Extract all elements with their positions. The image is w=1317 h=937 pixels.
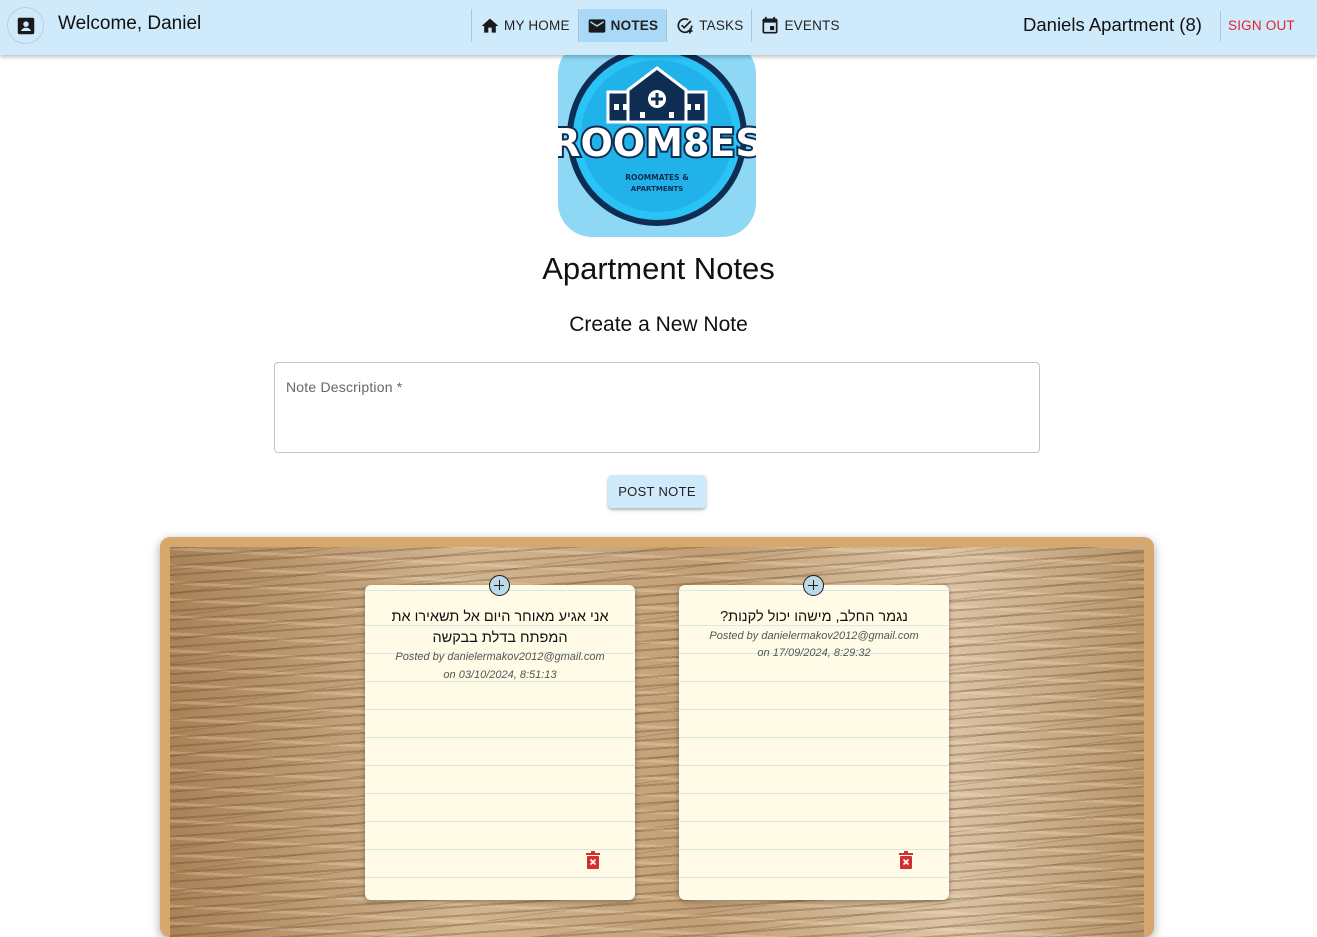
- note-author: Posted by danielermakov2012@gmail.com: [395, 651, 605, 663]
- logo-brand-text: ROOM8ES: [558, 121, 756, 165]
- notes-board: אני אגיע מאוחר היום אל תשאירו את המפתח ב…: [160, 537, 1154, 937]
- note-author: Posted by danielermakov2012@gmail.com: [709, 630, 919, 642]
- note-description-label: Note Description *: [286, 379, 403, 395]
- nav-tasks[interactable]: TASKS: [667, 9, 751, 42]
- logo-tagline-2: APARTMENTS: [631, 185, 684, 193]
- task-check-icon: [677, 17, 693, 33]
- header-divider: [1220, 11, 1221, 41]
- nav-notes[interactable]: NOTES: [578, 9, 667, 42]
- post-note-button[interactable]: POST NOTE: [608, 475, 706, 508]
- account-box-icon: [17, 17, 34, 34]
- page-title: Apartment Notes: [542, 251, 775, 286]
- welcome-text: Welcome, Daniel: [58, 13, 202, 34]
- note-text: נגמר החלב, מישהו יכול לקנות?: [720, 609, 908, 625]
- note-card: אני אגיע מאוחר היום אל תשאירו את המפתח ב…: [365, 575, 635, 900]
- calendar-icon: [762, 16, 778, 33]
- nav-my-home-label: MY HOME: [504, 18, 570, 33]
- wood-background: אני אגיע מאוחר היום אל תשאירו את המפתח ב…: [170, 547, 1144, 937]
- nav-events-label: EVENTS: [784, 18, 840, 33]
- note-card: נגמר החלב, מישהו יכול לקנות? Posted by d…: [679, 575, 949, 900]
- nav-events[interactable]: EVENTS: [752, 9, 847, 42]
- nav-my-home[interactable]: MY HOME: [472, 9, 578, 42]
- delete-note-icon[interactable]: [898, 851, 914, 869]
- note-timestamp: on 03/10/2024, 8:51:13: [443, 669, 557, 681]
- roommates-logo: ROOM8ES ROOMMATES & APARTMENTS: [558, 40, 756, 237]
- apartment-name: Daniels Apartment (8): [1023, 14, 1202, 35]
- delete-note-icon[interactable]: [585, 851, 601, 869]
- home-icon: [481, 18, 499, 33]
- note-description-field[interactable]: Note Description *: [274, 362, 1040, 453]
- mail-icon: [588, 18, 606, 33]
- pin-icon: [489, 575, 510, 596]
- sign-out-button[interactable]: SIGN OUT: [1228, 18, 1295, 33]
- account-button[interactable]: [7, 7, 44, 44]
- nav-notes-label: NOTES: [610, 18, 659, 33]
- note-timestamp: on 17/09/2024, 8:29:32: [757, 647, 871, 659]
- pin-icon: [803, 575, 824, 596]
- section-title: Create a New Note: [569, 313, 748, 336]
- nav-tasks-label: TASKS: [699, 18, 744, 33]
- logo-tagline-1: ROOMMATES &: [625, 173, 689, 182]
- note-text: אני אגיע מאוחר היום אל תשאירו את המפתח ב…: [391, 609, 609, 646]
- top-app-bar: Welcome, Daniel MY HOME NOTES TASKS EVEN…: [0, 0, 1317, 55]
- main-nav: MY HOME NOTES TASKS EVENTS: [471, 9, 848, 42]
